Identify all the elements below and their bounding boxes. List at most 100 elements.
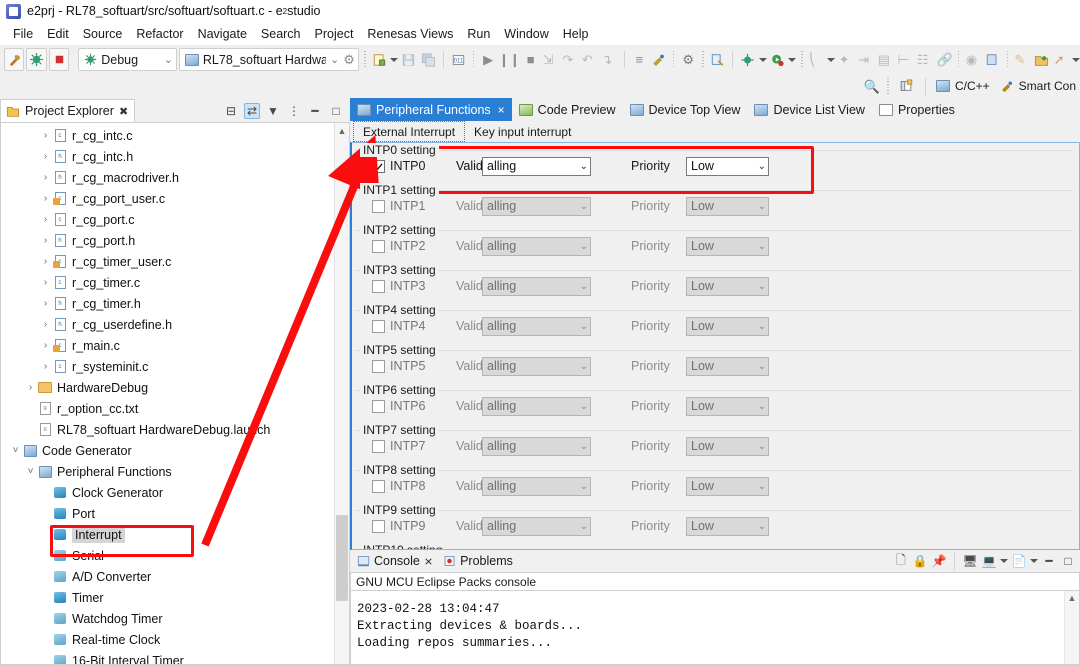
priority-dropdown-intp7[interactable]: Low ⌄: [686, 436, 769, 456]
menu-item-help[interactable]: Help: [556, 25, 596, 43]
menu-item-file[interactable]: File: [6, 25, 40, 43]
priority-dropdown-intp6[interactable]: Low ⌄: [686, 396, 769, 416]
tree-item-r-cg-timer-user-c[interactable]: › c r_cg_timer_user.c: [1, 251, 334, 272]
tree-expand-arrow[interactable]: ˅: [9, 445, 22, 456]
filter-icon[interactable]: ▼: [265, 103, 281, 119]
tree-item-r-cg-intc-h[interactable]: › h r_cg_intc.h: [1, 146, 334, 167]
valid-edge-dropdown-intp5[interactable]: alling ⌄: [482, 356, 591, 376]
tree-expand-arrow[interactable]: ›: [39, 277, 52, 288]
save-all-button[interactable]: [420, 48, 438, 71]
toolbar-drag-handle-3[interactable]: [672, 51, 675, 68]
tree-item-r-cg-intc-c[interactable]: › c r_cg_intc.c: [1, 125, 334, 146]
valid-edge-dropdown-intp6[interactable]: alling ⌄: [482, 396, 591, 416]
checkbox-intp2[interactable]: [372, 239, 385, 253]
minimize-icon[interactable]: ━: [307, 103, 323, 119]
open-console-dropdown-arrow[interactable]: [1000, 559, 1008, 563]
drop-to-frame-button[interactable]: ↴: [600, 48, 618, 71]
profile-dropdown-arrow[interactable]: [827, 57, 836, 62]
menu-item-refactor[interactable]: Refactor: [129, 25, 190, 43]
tree-expand-arrow[interactable]: ›: [39, 130, 52, 141]
tab-external-interrupt[interactable]: External Interrupt: [353, 121, 466, 142]
checkbox-intp4[interactable]: [372, 319, 385, 333]
project-explorer-scrollbar[interactable]: ▲: [334, 123, 349, 664]
close-icon[interactable]: ⨯: [424, 555, 433, 568]
profile-button[interactable]: ⎝: [808, 48, 826, 71]
save-button[interactable]: [400, 48, 418, 71]
pencil-button[interactable]: ✎: [1013, 48, 1031, 71]
tree-expand-arrow[interactable]: ›: [39, 193, 52, 204]
gear-icon[interactable]: ⚙: [343, 53, 355, 66]
tab-device-top-view[interactable]: Device Top View: [623, 98, 748, 121]
tree-item-hardwaredebug[interactable]: › HardwareDebug: [1, 377, 334, 398]
link-button[interactable]: 🔗: [935, 48, 953, 71]
priority-dropdown-intp2[interactable]: Low ⌄: [686, 236, 769, 256]
open-console-icon[interactable]: 💻: [981, 553, 997, 569]
priority-dropdown-intp3[interactable]: Low ⌄: [686, 276, 769, 296]
tree-item-r-cg-timer-h[interactable]: › h r_cg_timer.h: [1, 293, 334, 314]
stop-button[interactable]: [48, 48, 70, 71]
checkbox-intp5[interactable]: [372, 359, 385, 373]
scrollbar-thumb[interactable]: [336, 515, 348, 601]
tree-item-code-generator[interactable]: ˅ Code Generator: [1, 440, 334, 461]
priority-dropdown-intp8[interactable]: Low ⌄: [686, 476, 769, 496]
valid-edge-dropdown-intp9[interactable]: alling ⌄: [482, 516, 591, 536]
tree-expand-arrow[interactable]: ›: [39, 172, 52, 183]
project-tree[interactable]: › c r_cg_intc.c › h r_cg_intc.h › h r_cg_macrodr…: [1, 123, 334, 664]
valid-edge-dropdown-intp3[interactable]: alling ⌄: [482, 276, 591, 296]
menu-item-run[interactable]: Run: [460, 25, 497, 43]
checkbox-intp8[interactable]: [372, 479, 385, 493]
new-console-dropdown-arrow[interactable]: [1030, 559, 1038, 563]
new-window-button[interactable]: ☷: [916, 48, 934, 71]
toolbar-drag-handle-6[interactable]: [957, 51, 960, 68]
toolbar-drag-handle-5[interactable]: [801, 51, 803, 68]
perspective-smart-configurator[interactable]: Smart Con: [998, 79, 1078, 93]
tree-item-r-main-c[interactable]: › c r_main.c: [1, 335, 334, 356]
clear-console-icon[interactable]: 🗋: [893, 553, 909, 569]
perspective-cpp[interactable]: C/C++: [934, 79, 994, 93]
checkbox-intp1[interactable]: [372, 199, 385, 213]
link-with-editor-icon[interactable]: ⇄: [244, 103, 260, 119]
tree-item-16-bit-interval-timer[interactable]: 16-Bit Interval Timer: [1, 650, 334, 664]
checkbox-intp3[interactable]: [372, 279, 385, 293]
tab-device-list-view[interactable]: Device List View: [747, 98, 871, 121]
tree-expand-arrow[interactable]: ›: [39, 361, 52, 372]
tree-item-interrupt[interactable]: Interrupt: [1, 524, 334, 545]
step-return-button[interactable]: ↶: [581, 48, 599, 71]
tab-key-input-interrupt[interactable]: Key input interrupt: [465, 121, 580, 142]
toolbar-drag-handle-4[interactable]: [701, 51, 704, 68]
toggle-block-selection-button[interactable]: ▤: [876, 48, 894, 71]
maximize-icon[interactable]: □: [1060, 553, 1076, 569]
menu-item-edit[interactable]: Edit: [40, 25, 76, 43]
tree-expand-arrow[interactable]: ›: [39, 256, 52, 267]
minimize-icon[interactable]: ━: [1041, 553, 1057, 569]
tree-expand-arrow[interactable]: ˅: [24, 466, 37, 477]
next-annotation-button[interactable]: ✦: [837, 48, 855, 71]
tree-item-peripheral-functions[interactable]: ˅ Peripheral Functions: [1, 461, 334, 482]
tree-item-clock-generator[interactable]: Clock Generator: [1, 482, 334, 503]
toolbar-drag-handle[interactable]: [363, 51, 366, 68]
previous-annotation-button[interactable]: ⇥: [857, 48, 875, 71]
checkbox-intp0[interactable]: [372, 159, 385, 173]
tree-item-r-option-cc-txt[interactable]: ≡ r_option_cc.txt: [1, 398, 334, 419]
checkbox-intp7[interactable]: [372, 439, 385, 453]
valid-edge-dropdown-intp4[interactable]: alling ⌄: [482, 316, 591, 336]
tree-item-rl78-softuart-hardwaredebug-launch[interactable]: ≡ RL78_softuart HardwareDebug.launch: [1, 419, 334, 440]
menu-item-project[interactable]: Project: [308, 25, 361, 43]
tab-console[interactable]: Console ⨯: [354, 554, 440, 568]
rocket-button[interactable]: ➚: [1052, 48, 1070, 71]
checkbox-intp6[interactable]: [372, 399, 385, 413]
tree-expand-arrow[interactable]: ›: [24, 382, 37, 393]
resume-button[interactable]: ▶: [479, 48, 497, 71]
tree-item-r-cg-timer-c[interactable]: › c r_cg_timer.c: [1, 272, 334, 293]
tree-expand-arrow[interactable]: ›: [39, 298, 52, 309]
launch-mode-combo[interactable]: Debug ⌄: [78, 48, 177, 71]
debug-button[interactable]: [26, 48, 47, 71]
open-declaration-button[interactable]: ≡: [631, 48, 649, 71]
tree-item-timer[interactable]: Timer: [1, 587, 334, 608]
tab-peripheral-functions[interactable]: Peripheral Functions ×: [350, 98, 512, 121]
open-type-button[interactable]: [984, 48, 1002, 71]
tree-expand-arrow[interactable]: ›: [39, 235, 52, 246]
tree-item-r-cg-port-h[interactable]: › h r_cg_port.h: [1, 230, 334, 251]
show-whitespace-button[interactable]: ⊢: [896, 48, 914, 71]
tree-item-r-cg-macrodriver-h[interactable]: › h r_cg_macrodriver.h: [1, 167, 334, 188]
